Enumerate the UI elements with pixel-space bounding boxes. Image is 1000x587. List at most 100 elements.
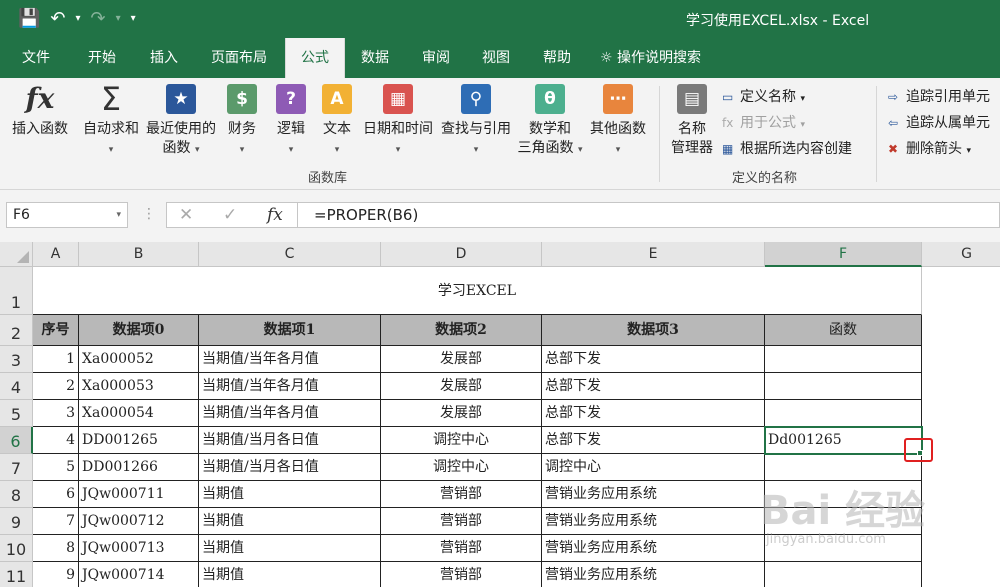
tab-view[interactable]: 视图 bbox=[470, 38, 522, 78]
table-cell[interactable]: 营销业务应用系统 bbox=[542, 535, 765, 562]
text-button[interactable]: A 文本 ▾ bbox=[318, 84, 356, 160]
table-cell[interactable]: 调控中心 bbox=[381, 427, 542, 454]
math-trig-button[interactable]: θ 数学和 三角函数 ▾ bbox=[514, 84, 586, 160]
name-box[interactable]: F6 ▾ bbox=[6, 202, 128, 228]
column-header-d[interactable]: D bbox=[381, 242, 542, 267]
undo-icon[interactable]: ↶ bbox=[50, 8, 65, 29]
tab-help[interactable]: 帮助 bbox=[530, 38, 584, 78]
row-header-10[interactable]: 10 bbox=[0, 535, 33, 562]
table-cell[interactable] bbox=[765, 562, 922, 587]
redo-icon[interactable]: ↷ bbox=[91, 8, 106, 29]
tab-page-layout[interactable]: 页面布局 bbox=[200, 38, 278, 78]
name-manager-button[interactable]: ▤ 名称 管理器 bbox=[666, 84, 718, 158]
table-cell[interactable]: 总部下发 bbox=[542, 427, 765, 454]
table-cell[interactable]: 当期值 bbox=[199, 562, 381, 587]
row-header-11[interactable]: 11 bbox=[0, 562, 33, 587]
table-cell[interactable]: 1 bbox=[33, 346, 79, 373]
table-cell[interactable]: DD001265 bbox=[79, 427, 199, 454]
table-cell[interactable] bbox=[765, 346, 922, 373]
table-cell[interactable]: 调控中心 bbox=[381, 454, 542, 481]
table-cell[interactable]: 当期值/当月各日值 bbox=[199, 454, 381, 481]
tell-me-search[interactable]: ☼ 操作说明搜索 bbox=[600, 38, 701, 78]
table-cell[interactable]: JQw000712 bbox=[79, 508, 199, 535]
table-cell[interactable]: 当期值/当年各月值 bbox=[199, 400, 381, 427]
table-cell[interactable]: 调控中心 bbox=[542, 454, 765, 481]
redo-dropdown-icon[interactable]: ▾ bbox=[116, 13, 121, 24]
table-cell[interactable] bbox=[765, 454, 922, 481]
lookup-reference-button[interactable]: ⚲ 查找与引用 ▾ bbox=[438, 84, 514, 160]
table-cell[interactable]: Xa000053 bbox=[79, 373, 199, 400]
table-cell[interactable]: 3 bbox=[33, 400, 79, 427]
table-cell[interactable]: 8 bbox=[33, 535, 79, 562]
table-cell[interactable]: 营销部 bbox=[381, 535, 542, 562]
table-cell[interactable]: 当期值 bbox=[199, 508, 381, 535]
column-header-b[interactable]: B bbox=[79, 242, 199, 267]
trace-precedents-button[interactable]: ⇨ 追踪引用单元 bbox=[888, 86, 990, 106]
table-cell[interactable]: 发展部 bbox=[381, 346, 542, 373]
confirm-icon[interactable]: ✓ bbox=[223, 205, 237, 225]
use-in-formula-button[interactable]: fx 用于公式 ▾ bbox=[722, 112, 805, 132]
table-cell[interactable]: 2 bbox=[33, 373, 79, 400]
table-cell[interactable]: 4 bbox=[33, 427, 79, 454]
datetime-button[interactable]: ▦ 日期和时间 ▾ bbox=[360, 84, 436, 160]
row-header-1[interactable]: 1 bbox=[0, 267, 33, 315]
remove-arrows-button[interactable]: ✖ 删除箭头 ▾ bbox=[888, 138, 971, 158]
table-cell[interactable]: 6 bbox=[33, 481, 79, 508]
logical-button[interactable]: ? 逻辑 ▾ bbox=[272, 84, 310, 160]
tab-review[interactable]: 审阅 bbox=[410, 38, 462, 78]
row-header-7[interactable]: 7 bbox=[0, 454, 33, 481]
save-icon[interactable]: 💾 bbox=[18, 8, 40, 29]
row-header-6[interactable]: 6 bbox=[0, 427, 33, 454]
financial-button[interactable]: $ 财务 ▾ bbox=[222, 84, 262, 160]
header-cell[interactable]: 数据项1 bbox=[199, 315, 381, 346]
table-cell[interactable]: 营销业务应用系统 bbox=[542, 481, 765, 508]
autosum-button[interactable]: Σ 自动求和 ▾ bbox=[80, 83, 142, 160]
table-cell[interactable] bbox=[765, 400, 922, 427]
row-header-9[interactable]: 9 bbox=[0, 508, 33, 535]
column-header-g[interactable]: G bbox=[922, 242, 1000, 267]
table-cell[interactable]: 发展部 bbox=[381, 373, 542, 400]
table-cell[interactable]: 总部下发 bbox=[542, 346, 765, 373]
row-header-8[interactable]: 8 bbox=[0, 481, 33, 508]
insert-function-icon[interactable]: fx bbox=[267, 205, 283, 225]
table-cell[interactable]: 当期值/当年各月值 bbox=[199, 373, 381, 400]
table-cell[interactable]: JQw000711 bbox=[79, 481, 199, 508]
sheet-title-cell[interactable]: 学习EXCEL bbox=[33, 267, 922, 315]
cancel-icon[interactable]: ✕ bbox=[179, 205, 193, 225]
table-cell[interactable]: Xa000052 bbox=[79, 346, 199, 373]
table-cell[interactable]: JQw000714 bbox=[79, 562, 199, 587]
row-header-2[interactable]: 2 bbox=[0, 315, 33, 346]
empty-column-g[interactable] bbox=[922, 267, 1000, 587]
table-cell[interactable]: DD001266 bbox=[79, 454, 199, 481]
table-cell[interactable] bbox=[765, 373, 922, 400]
define-name-button[interactable]: ▭ 定义名称 ▾ bbox=[722, 86, 805, 106]
header-cell[interactable]: 数据项2 bbox=[381, 315, 542, 346]
table-cell[interactable]: 5 bbox=[33, 454, 79, 481]
column-header-a[interactable]: A bbox=[33, 242, 79, 267]
tab-home[interactable]: 开始 bbox=[74, 38, 130, 78]
table-cell[interactable]: 当期值/当月各日值 bbox=[199, 427, 381, 454]
trace-dependents-button[interactable]: ⇦ 追踪从属单元 bbox=[888, 112, 990, 132]
header-cell[interactable]: 序号 bbox=[33, 315, 79, 346]
table-cell[interactable]: 营销部 bbox=[381, 481, 542, 508]
tab-formulas[interactable]: 公式 bbox=[285, 38, 345, 78]
table-cell[interactable]: 总部下发 bbox=[542, 400, 765, 427]
header-cell[interactable]: 函数 bbox=[765, 315, 922, 346]
row-header-3[interactable]: 3 bbox=[0, 346, 33, 373]
customize-qat-icon[interactable]: ▾ bbox=[131, 13, 136, 24]
table-cell[interactable]: 营销业务应用系统 bbox=[542, 562, 765, 587]
table-cell[interactable]: 9 bbox=[33, 562, 79, 587]
header-cell[interactable]: 数据项0 bbox=[79, 315, 199, 346]
table-cell[interactable]: 当期值/当年各月值 bbox=[199, 346, 381, 373]
column-header-c[interactable]: C bbox=[199, 242, 381, 267]
chevron-down-icon[interactable]: ▾ bbox=[116, 203, 121, 227]
table-cell[interactable]: 总部下发 bbox=[542, 373, 765, 400]
insert-function-button[interactable]: fx 插入函数 bbox=[8, 84, 72, 139]
row-header-5[interactable]: 5 bbox=[0, 400, 33, 427]
column-header-e[interactable]: E bbox=[542, 242, 765, 267]
undo-dropdown-icon[interactable]: ▾ bbox=[76, 13, 81, 24]
table-cell[interactable]: 当期值 bbox=[199, 481, 381, 508]
formula-bar-splitter[interactable]: ⋮ bbox=[142, 206, 156, 222]
table-cell[interactable]: Xa000054 bbox=[79, 400, 199, 427]
table-cell[interactable]: 营销部 bbox=[381, 508, 542, 535]
